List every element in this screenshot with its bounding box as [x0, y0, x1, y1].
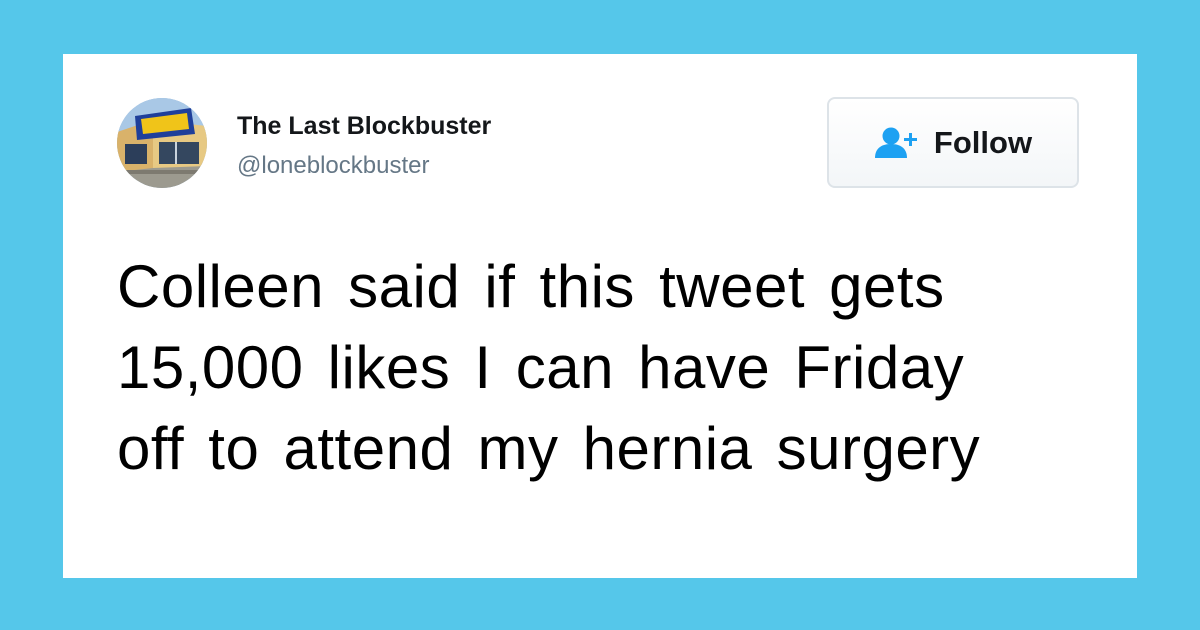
follow-button[interactable]: Follow [827, 97, 1079, 188]
follow-button-label: Follow [933, 124, 1033, 160]
account-handle[interactable]: @loneblockbuster [237, 152, 429, 180]
tweet-card: The Last Blockbuster @loneblockbuster Fo… [63, 54, 1137, 578]
tweet-text-line: 15,000 likes I can have Friday [117, 334, 965, 401]
tweet-text-line: Colleen said if this tweet gets [117, 253, 945, 320]
account-display-name[interactable]: The Last Blockbuster [237, 112, 491, 141]
tweet-text: Colleen said if this tweet gets 15,000 l… [117, 246, 1092, 489]
avatar[interactable] [117, 98, 207, 188]
tweet-text-line: off to attend my hernia surgery [117, 415, 981, 482]
blockbuster-store-avatar-icon [117, 98, 207, 188]
add-user-icon [874, 127, 917, 158]
